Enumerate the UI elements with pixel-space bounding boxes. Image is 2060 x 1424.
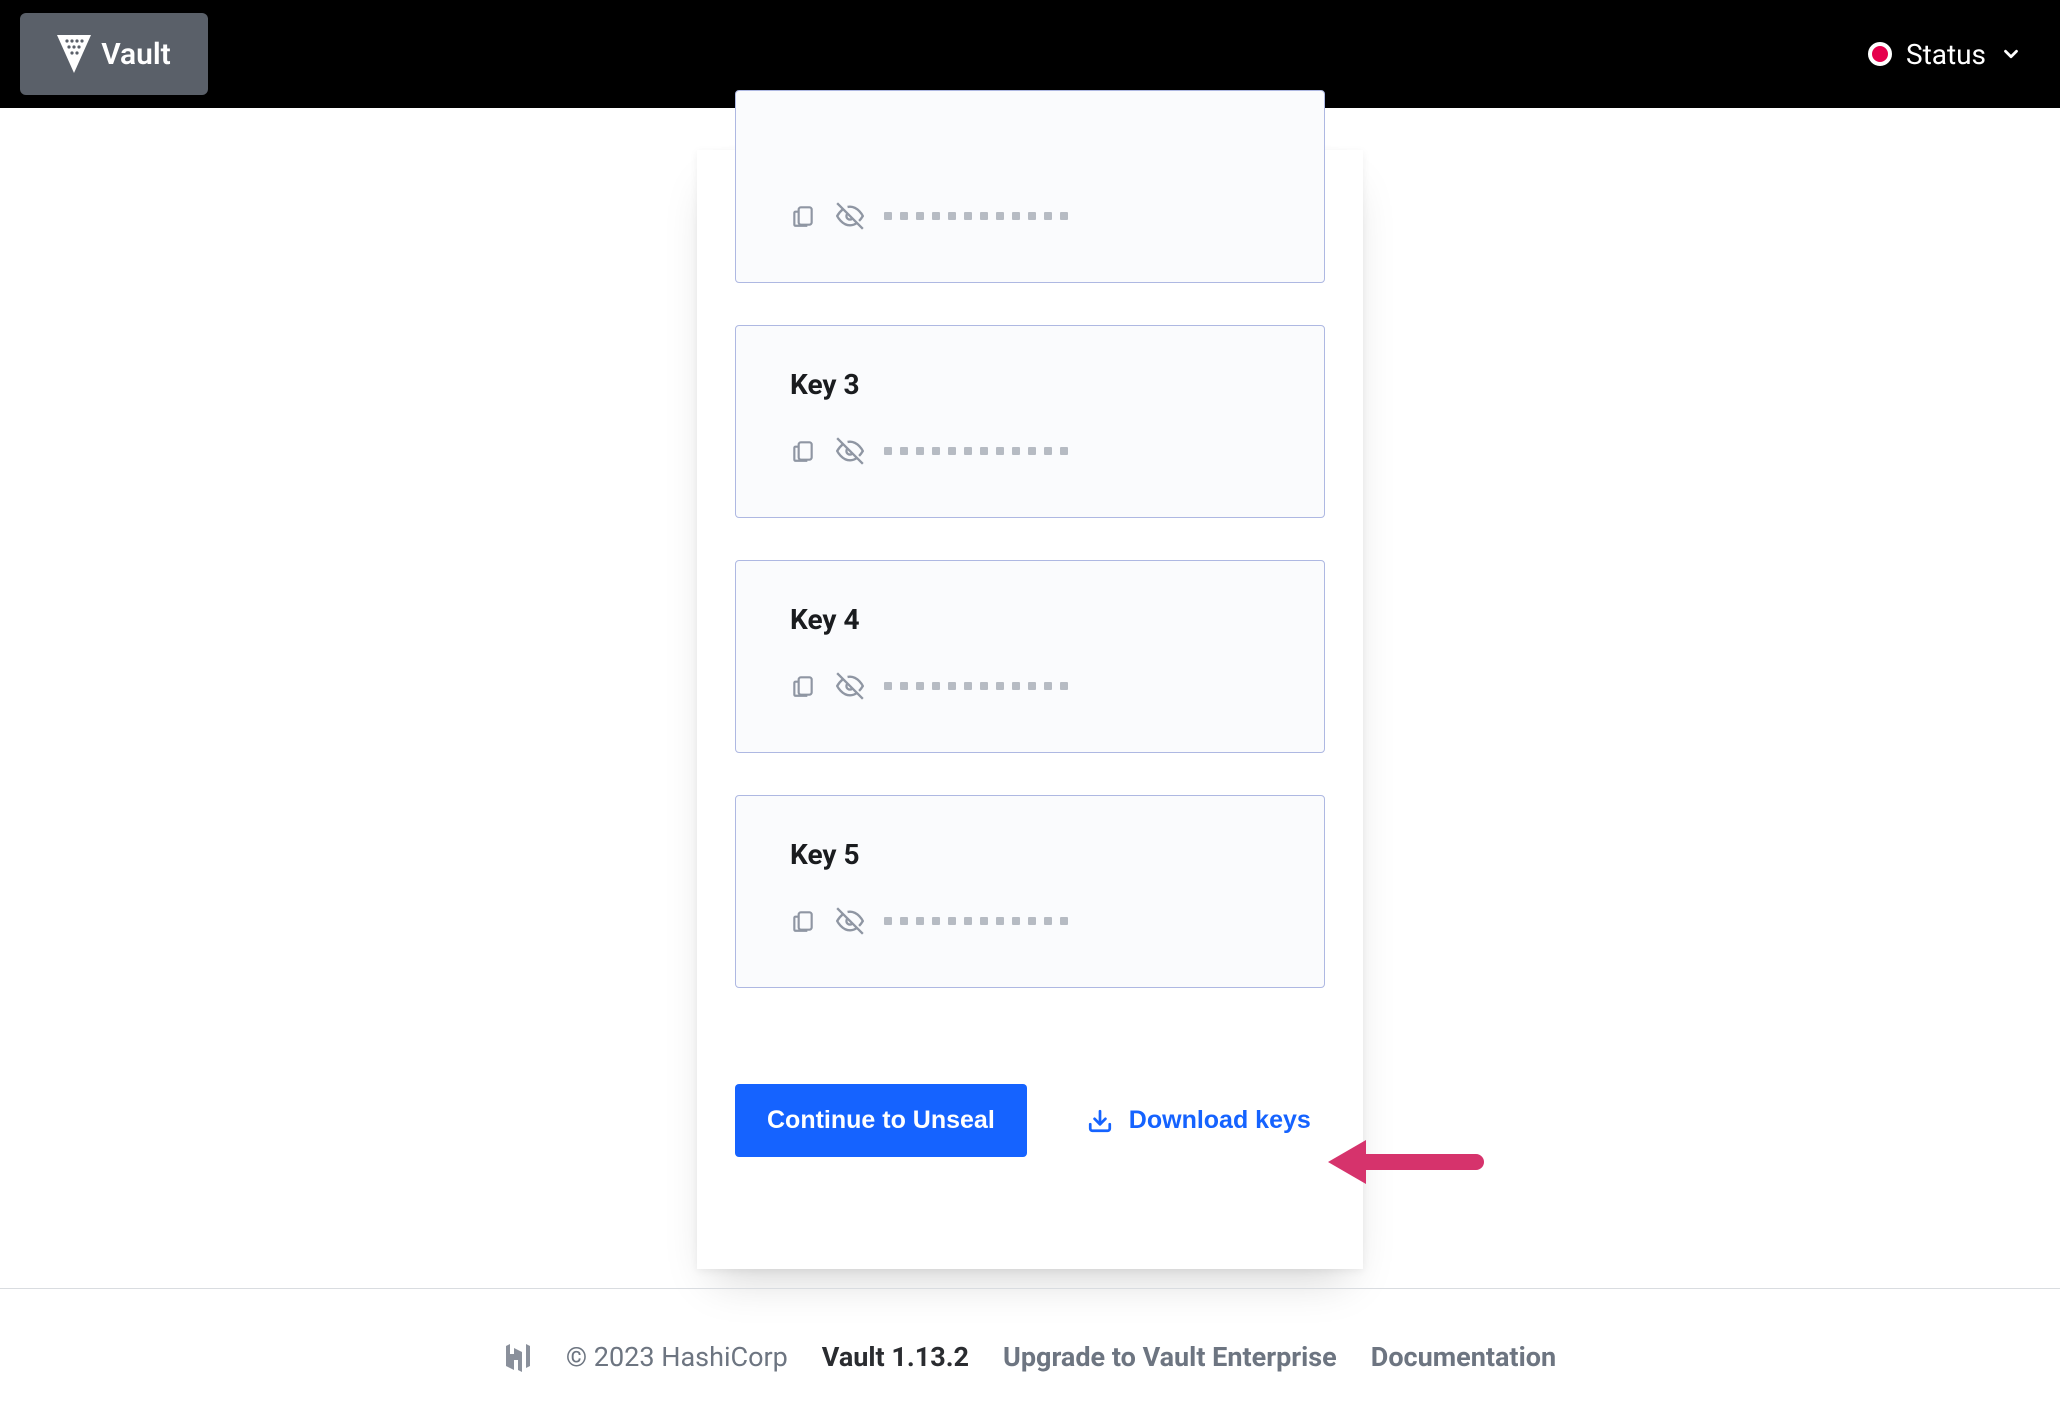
key-box-5: Key 5	[735, 795, 1325, 988]
vault-logo-badge[interactable]: Vault	[20, 13, 208, 95]
status-indicator-icon	[1868, 42, 1892, 66]
masked-key-value	[884, 212, 1068, 220]
annotation-arrow	[1328, 1140, 1484, 1184]
footer-version: Vault 1.13.2	[822, 1341, 969, 1373]
status-dropdown[interactable]: Status	[1868, 38, 2022, 71]
eye-off-icon[interactable]	[836, 202, 864, 230]
key-label: Key 4	[790, 603, 1270, 636]
key-box-3: Key 3	[735, 325, 1325, 518]
masked-key-value	[884, 447, 1068, 455]
actions-row: Continue to Unseal Download keys	[735, 1084, 1325, 1157]
copy-icon[interactable]	[790, 438, 816, 464]
footer-docs-link[interactable]: Documentation	[1371, 1341, 1556, 1373]
key-label: Key 3	[790, 368, 1270, 401]
footer-copyright: © 2023 HashiCorp	[566, 1341, 788, 1373]
key-label: Key 5	[790, 838, 1270, 871]
copy-icon[interactable]	[790, 908, 816, 934]
eye-off-icon[interactable]	[836, 907, 864, 935]
continue-to-unseal-button[interactable]: Continue to Unseal	[735, 1084, 1027, 1157]
download-keys-button[interactable]: Download keys	[1087, 1106, 1311, 1135]
unseal-keys-card: Key 2 Key 3	[697, 150, 1363, 1269]
hashicorp-logo-icon	[504, 1342, 532, 1372]
chevron-down-icon	[2000, 43, 2022, 65]
footer: © 2023 HashiCorp Vault 1.13.2 Upgrade to…	[0, 1288, 2060, 1424]
footer-upgrade-link[interactable]: Upgrade to Vault Enterprise	[1003, 1341, 1337, 1373]
eye-off-icon[interactable]	[836, 437, 864, 465]
key-box-2: Key 2	[735, 90, 1325, 283]
status-label: Status	[1906, 38, 1986, 71]
eye-off-icon[interactable]	[836, 672, 864, 700]
masked-key-value	[884, 917, 1068, 925]
copy-icon[interactable]	[790, 673, 816, 699]
brand-label: Vault	[101, 37, 171, 72]
vault-logo-icon	[57, 35, 91, 73]
masked-key-value	[884, 682, 1068, 690]
download-keys-label: Download keys	[1129, 1106, 1311, 1135]
copy-icon[interactable]	[790, 203, 816, 229]
download-icon	[1087, 1108, 1113, 1134]
key-box-4: Key 4	[735, 560, 1325, 753]
